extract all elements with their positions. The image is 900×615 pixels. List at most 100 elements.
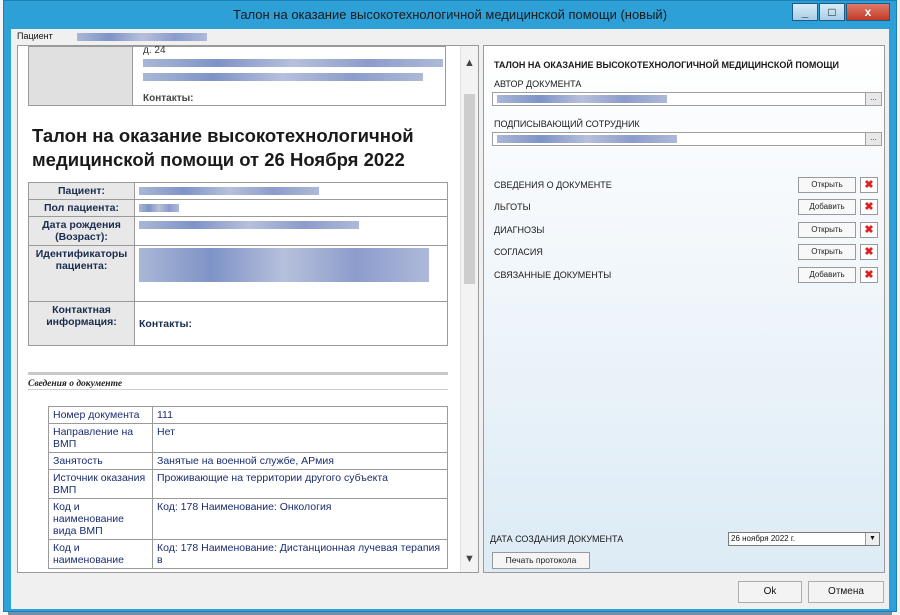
contacts-line: Контакты: (143, 93, 194, 104)
author-redacted (497, 95, 667, 103)
creation-date-picker[interactable]: 26 ноября 2022 г. ▼ (728, 532, 880, 546)
detail-value: Код: 178 Наименование: Онкология (152, 498, 448, 540)
detail-key: Код и наименование (48, 539, 153, 569)
author-field[interactable]: ... (492, 92, 882, 106)
dialog-window: Талон на оказание высокотехнологичной ме… (3, 0, 897, 612)
open-consents-button[interactable]: Открыть (798, 244, 856, 260)
table-row: Идентификаторы пациента: (28, 245, 448, 302)
delete-icon[interactable]: ✖ (860, 267, 878, 283)
open-document-info-button[interactable]: Открыть (798, 177, 856, 193)
row-label: Дата рождения (Возраст): (28, 216, 135, 246)
section-name: ДИАГНОЗЫ (494, 225, 545, 235)
table-row: Код и наименование вида ВМП Код: 178 Наи… (48, 498, 448, 540)
section-row-document-info: СВЕДЕНИЯ О ДОКУМЕНТЕ Открыть ✖ (494, 177, 880, 193)
detail-key: Номер документа (48, 406, 153, 424)
add-benefits-button[interactable]: Добавить (798, 199, 856, 215)
table-row: Контактная информация: Контакты: (28, 301, 448, 346)
delete-icon[interactable]: ✖ (860, 177, 878, 193)
section-row-diagnoses: ДИАГНОЗЫ Открыть ✖ (494, 222, 880, 238)
document-details-table: Номер документа 111 Направление на ВМП Н… (48, 406, 448, 569)
section-row-benefits: ЛЬГОТЫ Добавить ✖ (494, 199, 880, 215)
row-value (134, 199, 448, 217)
signer-browse-button[interactable]: ... (865, 133, 881, 145)
detail-key: Код и наименование вида ВМП (48, 498, 153, 540)
chevron-down-icon[interactable]: ▼ (865, 533, 879, 545)
document-content: д. 24 Контакты: Талон на оказание высоко… (18, 46, 462, 572)
add-related-documents-button[interactable]: Добавить (798, 267, 856, 283)
window-controls: _ □ x (791, 3, 890, 21)
detail-key: Направление на ВМП (48, 423, 153, 453)
address-box-label-cell (29, 47, 133, 105)
section-name: СВЯЗАННЫЕ ДОКУМЕНТЫ (494, 270, 612, 280)
row-value (134, 216, 448, 246)
row-label: Пациент: (28, 182, 135, 200)
table-row: Занятость Занятые на военной службе, АРм… (48, 452, 448, 470)
maximize-button[interactable]: □ (819, 3, 845, 21)
detail-key: Занятость (48, 452, 153, 470)
address-box: д. 24 Контакты: (28, 46, 446, 106)
print-protocol-button[interactable]: Печать протокола (492, 552, 590, 569)
signer-field[interactable]: ... (492, 132, 882, 146)
minimize-button[interactable]: _ (792, 3, 818, 21)
close-button[interactable]: x (846, 3, 890, 21)
row-label: Пол пациента: (28, 199, 135, 217)
table-row: Пол пациента: (28, 199, 448, 217)
detail-value: Занятые на военной службе, АРмия (152, 452, 448, 470)
window-title: Талон на оказание высокотехнологичной ме… (232, 7, 668, 22)
open-diagnoses-button[interactable]: Открыть (798, 222, 856, 238)
author-label: АВТОР ДОКУМЕНТА (494, 79, 582, 89)
chevron-up-icon[interactable]: ▲ (461, 54, 478, 72)
section-name: СВЕДЕНИЯ О ДОКУМЕНТЕ (494, 180, 612, 190)
address-line: д. 24 (143, 45, 166, 56)
ok-button[interactable]: Ok (738, 581, 802, 603)
scrollbar-thumb[interactable] (464, 94, 475, 284)
title-bar[interactable]: Талон на оказание высокотехнологичной ме… (4, 1, 896, 29)
vertical-scrollbar[interactable]: ▲ ▼ (460, 46, 478, 572)
patient-info-table: Пациент: Пол пациента: Дата рождения (Во… (28, 182, 448, 346)
dialog-client-area: Пациент д. 24 Контакты: Талон на оказани… (11, 29, 889, 609)
creation-date-value: 26 ноября 2022 г. (731, 534, 795, 543)
redacted-value (139, 187, 319, 196)
table-row: Пациент: (28, 182, 448, 200)
section-name: СОГЛАСИЯ (494, 247, 543, 257)
row-value (134, 182, 448, 200)
section-row-consents: СОГЛАСИЯ Открыть ✖ (494, 244, 880, 260)
signer-label: ПОДПИСЫВАЮЩИЙ СОТРУДНИК (494, 119, 640, 129)
row-value: Контакты: (134, 301, 448, 346)
section-row-related-documents: СВЯЗАННЫЕ ДОКУМЕНТЫ Добавить ✖ (494, 267, 880, 283)
address-redacted-2 (143, 73, 423, 81)
chevron-down-icon[interactable]: ▼ (461, 550, 478, 568)
delete-icon[interactable]: ✖ (860, 222, 878, 238)
row-label: Идентификаторы пациента: (28, 245, 135, 302)
row-value (134, 245, 448, 302)
table-row: Код и наименование Код: 178 Наименование… (48, 539, 448, 569)
table-row: Направление на ВМП Нет (48, 423, 448, 453)
delete-icon[interactable]: ✖ (860, 244, 878, 260)
patient-name-redacted (77, 32, 208, 41)
panel-title: ТАЛОН НА ОКАЗАНИЕ ВЫСОКОТЕХНОЛОГИЧНОЙ МЕ… (494, 60, 839, 70)
address-redacted-1 (143, 59, 443, 67)
document-title: Талон на оказание высокотехнологичной ме… (32, 125, 414, 170)
section-header: Сведения о документе (28, 372, 448, 389)
signer-redacted (497, 135, 677, 143)
delete-icon[interactable]: ✖ (860, 199, 878, 215)
section-divider (28, 389, 448, 390)
redacted-value (139, 204, 179, 213)
patient-label: Пациент (17, 31, 53, 41)
cancel-button[interactable]: Отмена (808, 581, 884, 603)
detail-key: Источник оказания ВМП (48, 469, 153, 499)
table-row: Номер документа 111 (48, 406, 448, 424)
section-name: ЛЬГОТЫ (494, 202, 531, 212)
author-browse-button[interactable]: ... (865, 93, 881, 105)
redacted-value (139, 221, 359, 230)
document-preview[interactable]: д. 24 Контакты: Талон на оказание высоко… (17, 45, 479, 573)
row-label: Контактная информация: (28, 301, 135, 346)
patient-bar: Пациент (11, 29, 889, 43)
creation-date-label: ДАТА СОЗДАНИЯ ДОКУМЕНТА (490, 534, 624, 544)
redacted-value (139, 248, 429, 282)
detail-value: Проживающие на территории другого субъек… (152, 469, 448, 499)
detail-value: Нет (152, 423, 448, 453)
table-row: Дата рождения (Возраст): (28, 216, 448, 246)
table-row: Источник оказания ВМП Проживающие на тер… (48, 469, 448, 499)
document-properties-panel: ТАЛОН НА ОКАЗАНИЕ ВЫСОКОТЕХНОЛОГИЧНОЙ МЕ… (483, 45, 885, 573)
